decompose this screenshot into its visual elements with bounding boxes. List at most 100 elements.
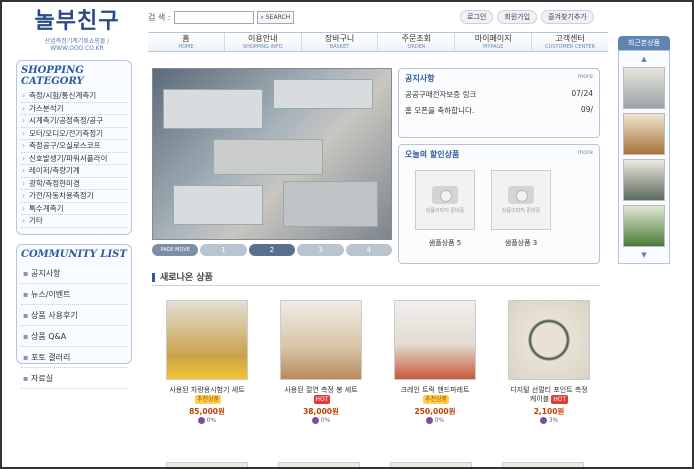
join-link[interactable]: 회원가입: [497, 10, 538, 24]
nav-sub: ORDER: [407, 44, 426, 50]
logo-subtitle: 산업측정기계기류쇼핑몰 / WWW.OOO.CO.KR: [44, 38, 110, 52]
product-name[interactable]: 사용된 차량용시험기 세트 추천상품: [166, 386, 248, 404]
nav-order[interactable]: 주문조회 ORDER: [378, 33, 456, 51]
category-box: SHOPPING CATEGORY 측정/시험/통신계측기 가스분석기 시계측기…: [16, 60, 132, 235]
category-item[interactable]: 측정/시험/통신계측기: [21, 90, 127, 103]
community-item-qna[interactable]: 상품 Q&A: [21, 326, 127, 347]
category-item[interactable]: 시계측기/공정측정/공구: [21, 115, 127, 128]
nav-shopping-info[interactable]: 이용안내 SHOPPING INFO: [225, 33, 302, 51]
logo[interactable]: 놀부친구 산업측정기계기류쇼핑몰 / WWW.OOO.CO.KR: [32, 10, 122, 53]
product-image[interactable]: [166, 462, 248, 467]
product-image[interactable]: [390, 462, 472, 467]
product-point: 0%: [280, 417, 362, 424]
nav-customer-center[interactable]: 고객센터 CUSTOMER CENTER: [532, 33, 608, 51]
product-name-text: 크레인 트럭 핸드파레트: [400, 386, 470, 394]
product-image[interactable]: [278, 462, 360, 467]
point-icon: [539, 417, 547, 424]
category-item[interactable]: 측정공구/오실로스코프: [21, 140, 127, 153]
today-title: 오늘의 할인상품: [405, 150, 460, 159]
product-point: 0%: [166, 417, 248, 424]
community-item-notice[interactable]: 공지사항: [21, 263, 127, 284]
product-point: 3%: [508, 417, 590, 424]
product-image[interactable]: [394, 300, 476, 380]
product-name[interactable]: 샘플상품 5: [415, 238, 475, 248]
community-item-gallery[interactable]: 포토 갤러리: [21, 347, 127, 368]
search-input[interactable]: [173, 11, 254, 24]
search-button[interactable]: ⌕ SEARCH: [256, 11, 295, 24]
main-banner-image[interactable]: [152, 68, 392, 240]
today-product[interactable]: 상품이미지 준비중 샘플상품 3: [491, 170, 551, 248]
scroll-down-icon[interactable]: ▼: [623, 251, 665, 259]
product-name[interactable]: 크레인 트럭 핸드파레트 추천상품: [394, 386, 476, 404]
pager-page-3[interactable]: 3: [297, 244, 344, 256]
recent-thumb[interactable]: [623, 205, 665, 247]
pager-page-1[interactable]: 1: [200, 244, 247, 256]
recent-thumb[interactable]: [623, 159, 665, 201]
category-item[interactable]: 가스분석기: [21, 103, 127, 115]
nav-label: 마이페이지: [474, 34, 512, 43]
recent-products: 최근본상품 ▲ ▼: [618, 36, 670, 264]
camera-icon: [432, 186, 458, 204]
nav-label: 고객센터: [555, 34, 585, 43]
nav-home[interactable]: 홈 HOME: [148, 33, 225, 51]
point-icon: [197, 417, 205, 424]
notice-box: 공지사항 more 공공구매전자보증 링크 07/24 홈 오픈을 축하합니다. 09…: [398, 68, 600, 138]
product-card[interactable]: 사용된 차량용시험기 세트 추천상품 85,000원 0%: [166, 300, 248, 424]
product-card[interactable]: 사용된 절연 측정 봉 세트HOT 38,000원 0%: [280, 300, 362, 424]
product-name[interactable]: 디지털 선멀티 포인트 측정 케이블 HOT: [508, 386, 590, 404]
camera-icon: [508, 186, 534, 204]
product-price: 85,000원: [189, 407, 225, 416]
search-button-label: SEARCH: [265, 14, 291, 21]
product-image[interactable]: 상품이미지 준비중: [491, 170, 551, 230]
today-product[interactable]: 상품이미지 준비중 샘플상품 5: [415, 170, 475, 248]
product-image[interactable]: 상품이미지 준비중: [415, 170, 475, 230]
product-name[interactable]: 샘플상품 3: [491, 238, 551, 248]
recent-box: ▲ ▼: [618, 50, 670, 264]
product-name-text: 디지털 선멀티 포인트 측정 케이블: [510, 386, 588, 403]
product-image[interactable]: [502, 462, 584, 467]
recent-thumb[interactable]: [623, 67, 665, 109]
pager-page-4[interactable]: 4: [345, 244, 393, 256]
login-link[interactable]: 로그인: [460, 10, 494, 24]
category-item[interactable]: 레이저/측량기계: [21, 165, 127, 178]
pager-page-2[interactable]: 2: [248, 244, 296, 256]
product-point: 0%: [394, 417, 476, 424]
category-item[interactable]: 신호발생기/파워서플라이: [21, 153, 127, 165]
product-image[interactable]: [166, 300, 248, 380]
recent-thumb[interactable]: [623, 113, 665, 155]
today-more-link[interactable]: more: [577, 149, 593, 160]
product-name[interactable]: 사용된 절연 측정 봉 세트HOT: [280, 386, 362, 404]
community-box: COMMUNITY LIST 공지사항 뉴스/이벤트 상품 사용후기 상품 Q&…: [16, 243, 132, 389]
category-item[interactable]: 모터/오디오/전기측정기: [21, 128, 127, 140]
community-item-news[interactable]: 뉴스/이벤트: [21, 284, 127, 305]
today-sale-box: 오늘의 할인상품 more 상품이미지 준비중 샘플상품 5 상품이미지 준비중 …: [398, 144, 600, 264]
category-item[interactable]: 기타: [21, 215, 127, 228]
product-image[interactable]: [508, 300, 590, 380]
notice-row[interactable]: 공공구매전자보증 링크 07/24: [405, 89, 593, 100]
nav-sub: SHOPPING INFO: [242, 44, 283, 50]
next-products-row: [166, 462, 586, 467]
category-item[interactable]: 광학/측정현미경: [21, 178, 127, 190]
nav-sub: CUSTOMER CENTER: [545, 44, 596, 50]
equipment-shape: [163, 89, 263, 129]
scroll-up-icon[interactable]: ▲: [623, 55, 665, 63]
point-value: 0%: [206, 417, 217, 424]
category-item[interactable]: 특수계측기: [21, 203, 127, 215]
search-label: 검 색 :: [148, 13, 171, 22]
product-card[interactable]: 크레인 트럭 핸드파레트 추천상품 250,000원 0%: [394, 300, 476, 424]
equipment-shape: [213, 139, 323, 175]
community-item-review[interactable]: 상품 사용후기: [21, 305, 127, 326]
product-name-text: 사용된 절연 측정 봉 세트: [284, 386, 358, 394]
bookmark-link[interactable]: 즐겨찾기추가: [541, 10, 594, 24]
nav-basket[interactable]: 장바구니 BASKET: [302, 33, 379, 51]
no-image-text: 상품이미지 준비중: [501, 208, 541, 214]
new-products-list: 사용된 차량용시험기 세트 추천상품 85,000원 0% 사용된 절연 측정 …: [152, 300, 600, 424]
product-card[interactable]: 디지털 선멀티 포인트 측정 케이블 HOT 2,100원 3%: [508, 300, 590, 424]
product-image[interactable]: [280, 300, 362, 380]
notice-row[interactable]: 홈 오픈을 축하합니다. 09/: [405, 105, 593, 116]
community-item-archive[interactable]: 자료실: [21, 368, 127, 389]
category-item[interactable]: 가전/자동차용측정기: [21, 190, 127, 203]
nav-mypage[interactable]: 마이페이지 MYPAGE: [455, 33, 533, 51]
notice-more-link[interactable]: more: [577, 73, 593, 84]
category-title: SHOPPING CATEGORY: [21, 65, 84, 87]
